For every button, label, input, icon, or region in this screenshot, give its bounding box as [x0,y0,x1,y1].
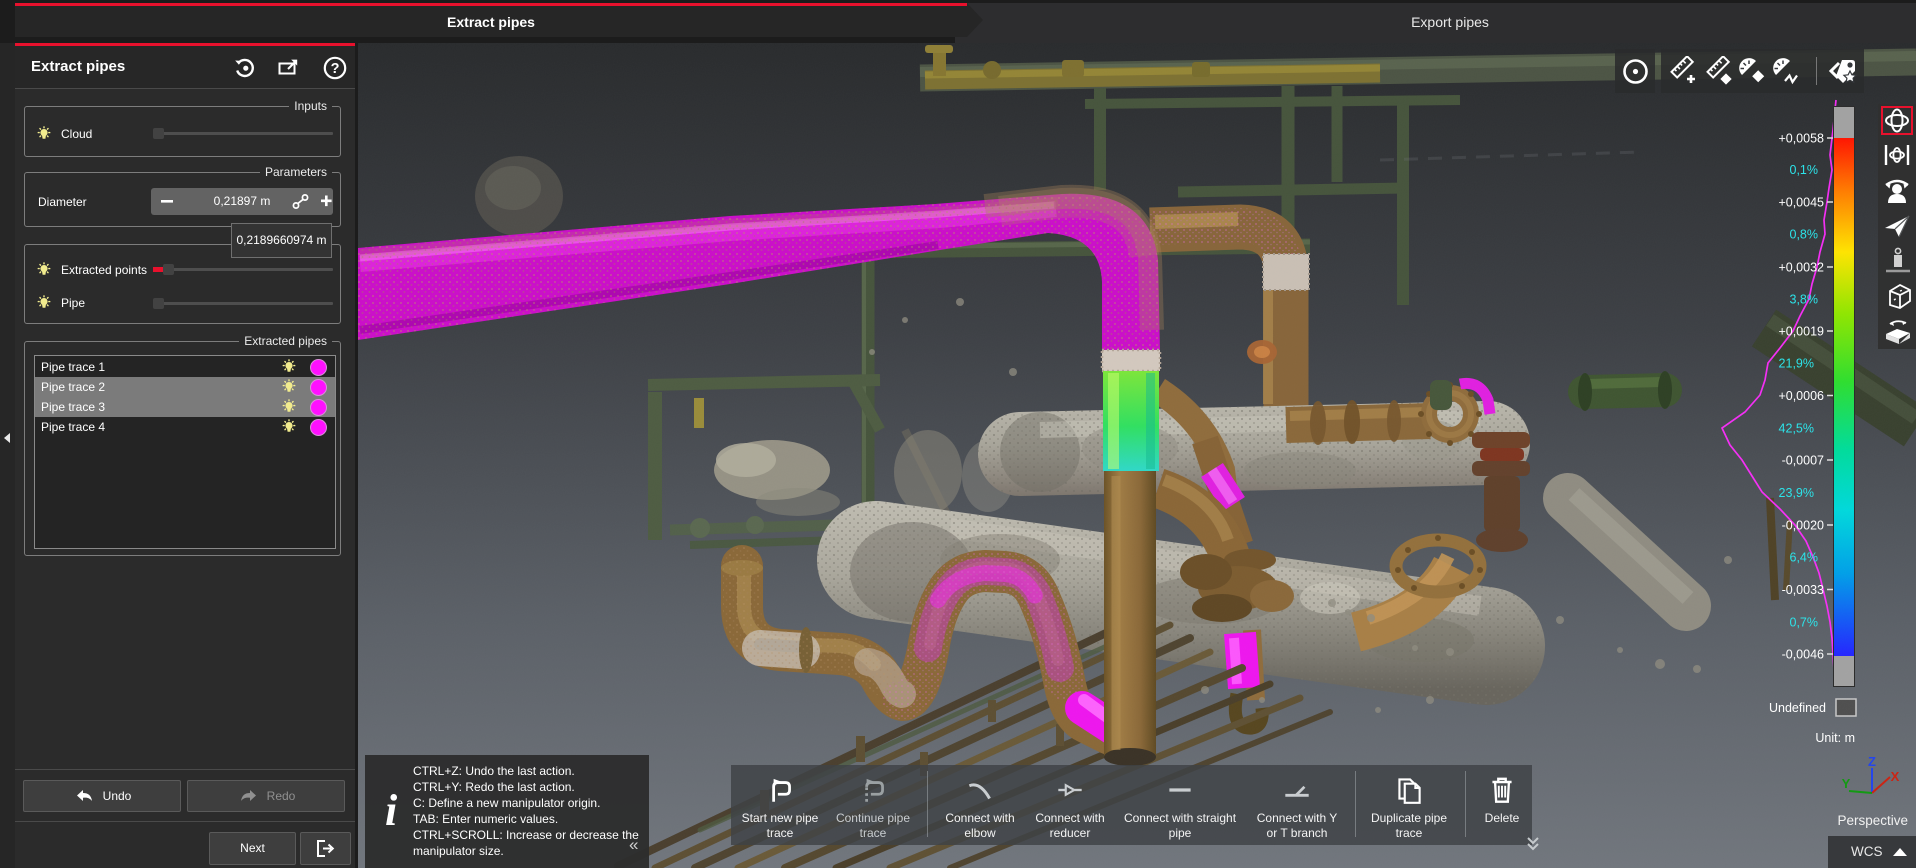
svg-text:?: ? [331,61,340,77]
